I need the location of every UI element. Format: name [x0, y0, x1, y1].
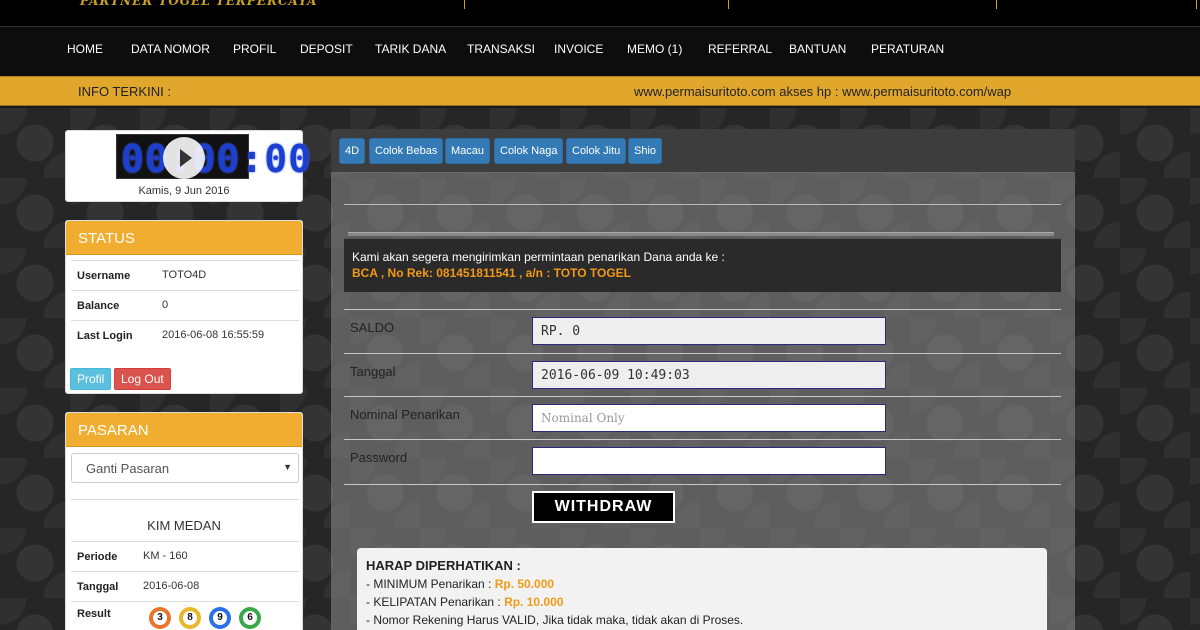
- tab-macau[interactable]: Macau: [445, 138, 491, 164]
- notice-text: Kami akan segera mengirimkan permintaan …: [352, 250, 725, 264]
- info-box: HARAP DIPERHATIKAN : - MINIMUM Penarikan…: [357, 548, 1047, 630]
- nav-memo[interactable]: MEMO (1): [627, 42, 682, 56]
- top-strip: PARTNER TOGEL TERPERCAYA: [0, 0, 1200, 26]
- nav-invoice[interactable]: INVOICE: [554, 42, 603, 56]
- pasaran-row-periode: Periode KM - 160: [71, 541, 299, 571]
- pasaran-row-result: Result 3 8 9 6: [71, 601, 299, 630]
- tab-colok-naga[interactable]: Colok Naga: [494, 138, 564, 164]
- status-panel: STATUS Username TOTO4D Balance 0 Last Lo…: [65, 220, 303, 394]
- divider: [348, 232, 1054, 236]
- pasaran-key: Tanggal: [77, 581, 119, 593]
- status-value: 0: [162, 299, 169, 311]
- caret-down-icon: ▼: [283, 462, 292, 472]
- status-value: 2016-06-08 16:55:59: [162, 329, 265, 341]
- withdraw-button[interactable]: WITHDRAW: [532, 491, 675, 523]
- pasaran-title: PASARAN: [66, 413, 302, 447]
- tanggal-label: Tanggal: [350, 364, 396, 379]
- nav-tarik-dana[interactable]: TARIK DANA: [375, 42, 446, 56]
- clock-digits: 00:00:00: [121, 137, 313, 181]
- ticker-label: INFO TERKINI :: [78, 84, 171, 99]
- divider: [71, 499, 299, 500]
- notice-account: BCA , No Rek: 081451811541 , a/n : TOTO …: [352, 266, 631, 280]
- status-row-username: Username TOTO4D: [71, 260, 299, 290]
- nav-transaksi[interactable]: TRANSAKSI: [467, 42, 535, 56]
- pasaran-row-tanggal: Tanggal 2016-06-08: [71, 571, 299, 601]
- info-ticker: INFO TERKINI : www.permaisuritoto.com ak…: [0, 76, 1200, 106]
- pasaran-key: Periode: [77, 551, 118, 563]
- pasaran-value: KM - 160: [143, 550, 188, 562]
- nav-profil[interactable]: PROFIL: [233, 42, 276, 56]
- tanggal-field: 2016-06-09 10:49:03: [532, 361, 886, 389]
- pasaran-panel: PASARAN Ganti Pasaran ▼ KIM MEDAN Period…: [65, 412, 303, 630]
- logout-button[interactable]: Log Out: [114, 368, 171, 390]
- nav-home[interactable]: HOME: [67, 42, 103, 56]
- result-ball: 3: [149, 607, 171, 629]
- form-row-tanggal: Tanggal 2016-06-09 10:49:03: [344, 353, 1061, 397]
- tab-colok-bebas[interactable]: Colok Bebas: [369, 138, 444, 164]
- profil-button[interactable]: Profil: [70, 368, 112, 390]
- tab-shio[interactable]: Shio: [628, 138, 663, 164]
- main-nav: HOME DATA NOMOR PROFIL DEPOSIT TARIK DAN…: [0, 26, 1200, 76]
- nominal-label: Nominal Penarikan: [350, 407, 460, 422]
- clock-date: Kamis, 9 Jun 2016: [138, 185, 230, 197]
- form-row-password: Password: [344, 439, 1061, 485]
- status-title: STATUS: [66, 221, 302, 255]
- saldo-field: RP. 0: [532, 317, 886, 345]
- top-decoration: [460, 0, 1200, 12]
- withdraw-notice: Kami akan segera mengirimkan permintaan …: [344, 238, 1061, 292]
- clock-video[interactable]: 00:00:00: [116, 134, 311, 181]
- form-row-saldo: SALDO RP. 0: [344, 309, 1061, 353]
- pasaran-select[interactable]: Ganti Pasaran ▼: [71, 453, 299, 483]
- nav-referral[interactable]: REFERRAL: [708, 42, 772, 56]
- info-title: HARAP DIPERHATIKAN :: [366, 558, 521, 573]
- info-rekening: - Nomor Rekening Harus VALID, Jika tidak…: [366, 613, 744, 627]
- result-ball: 8: [179, 607, 201, 629]
- game-tabs: 4D Colok Bebas Macau Colok Naga Colok Ji…: [331, 129, 1075, 173]
- pasaran-key: Result: [77, 608, 111, 620]
- status-row-balance: Balance 0: [71, 290, 299, 320]
- info-min: - MINIMUM Penarikan : Rp. 50.000: [366, 577, 555, 591]
- status-key: Balance: [77, 300, 120, 312]
- clock-panel: 00:00:00 Kamis, 9 Jun 2016: [65, 130, 311, 202]
- play-icon[interactable]: [163, 137, 205, 179]
- nominal-input[interactable]: Nominal Only: [532, 404, 886, 432]
- status-value: TOTO4D: [162, 269, 207, 281]
- status-row-last-login: Last Login 2016-06-08 16:55:59: [71, 320, 299, 350]
- nav-peraturan[interactable]: PERATURAN: [871, 42, 944, 56]
- pasaran-value: 2016-06-08: [143, 580, 200, 592]
- nav-data-nomor[interactable]: DATA NOMOR: [131, 42, 210, 56]
- info-kelipatan: - KELIPATAN Penarikan : Rp. 10.000: [366, 595, 564, 609]
- form-row-nominal: Nominal Penarikan Nominal Only: [344, 396, 1061, 440]
- password-label: Password: [350, 450, 408, 465]
- saldo-label: SALDO: [350, 320, 395, 335]
- divider: [344, 204, 1061, 205]
- password-input[interactable]: [532, 447, 886, 475]
- result-ball: 9: [209, 607, 231, 629]
- status-key: Last Login: [77, 330, 133, 342]
- ticker-message: www.permaisuritoto.com akses hp : www.pe…: [634, 84, 1012, 99]
- tab-4d[interactable]: 4D: [339, 138, 366, 164]
- tab-colok-jitu[interactable]: Colok Jitu: [566, 138, 627, 164]
- market-name: KIM MEDAN: [147, 518, 221, 533]
- brand-tagline: PARTNER TOGEL TERPERCAYA: [80, 0, 318, 8]
- nav-deposit[interactable]: DEPOSIT: [300, 42, 353, 56]
- result-ball: 6: [239, 607, 261, 629]
- nav-bantuan[interactable]: BANTUAN: [789, 42, 846, 56]
- pasaran-select-value: Ganti Pasaran: [86, 461, 170, 476]
- status-key: Username: [77, 270, 131, 282]
